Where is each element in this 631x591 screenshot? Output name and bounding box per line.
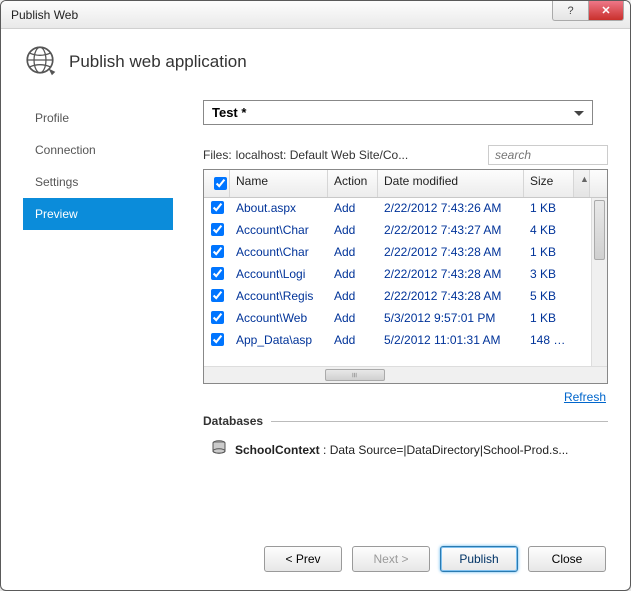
table-row[interactable]: Account\WebAdd5/3/2012 9:57:01 PM1 KB — [204, 308, 607, 330]
sidebar-item-label: Profile — [35, 111, 69, 125]
cell-name: About.aspx — [230, 198, 328, 220]
cell-name: Account\Regis — [230, 286, 328, 308]
sidebar-item-preview[interactable]: Preview — [23, 198, 173, 230]
publish-web-dialog: Publish Web ? ✕ Publish web application … — [0, 0, 631, 591]
sidebar-item-label: Settings — [35, 175, 78, 189]
sidebar-item-settings[interactable]: Settings — [23, 166, 173, 198]
table-row[interactable]: Account\CharAdd2/22/2012 7:43:27 AM4 KB — [204, 220, 607, 242]
table-row[interactable]: App_Data\aspAdd5/2/2012 11:01:31 AM148 K… — [204, 330, 607, 352]
cell-date: 5/2/2012 11:01:31 AM — [378, 330, 524, 352]
scroll-up-icon[interactable]: ▲ — [574, 170, 590, 197]
titlebar: Publish Web ? ✕ — [1, 1, 630, 29]
help-button[interactable]: ? — [552, 1, 588, 21]
row-checkbox[interactable] — [204, 242, 230, 264]
sidebar-item-label: Preview — [35, 207, 78, 221]
database-item: SchoolContext : Data Source=|DataDirecto… — [203, 440, 608, 459]
divider — [271, 421, 608, 422]
cell-name: Account\Char — [230, 220, 328, 242]
database-icon — [211, 440, 227, 459]
cell-date: 2/22/2012 7:43:26 AM — [378, 198, 524, 220]
page-title: Publish web application — [69, 52, 247, 72]
dialog-buttons: < Prev Next > Publish Close — [264, 546, 606, 572]
files-path: localhost: Default Web Site/Co... — [236, 148, 484, 162]
files-label: Files: — [203, 148, 232, 162]
cell-date: 2/22/2012 7:43:28 AM — [378, 264, 524, 286]
column-header-size[interactable]: Size — [524, 170, 574, 197]
database-text: SchoolContext : Data Source=|DataDirecto… — [235, 443, 568, 457]
cell-action: Add — [328, 242, 378, 264]
profile-selected-value: Test * — [212, 105, 246, 120]
refresh-link[interactable]: Refresh — [564, 390, 606, 404]
table-row[interactable]: Account\LogiAdd2/22/2012 7:43:28 AM3 KB — [204, 264, 607, 286]
row-checkbox[interactable] — [204, 264, 230, 286]
search-input[interactable] — [488, 145, 608, 165]
table-row[interactable]: Account\CharAdd2/22/2012 7:43:28 AM1 KB — [204, 242, 607, 264]
vertical-scrollbar[interactable] — [591, 198, 607, 366]
cell-action: Add — [328, 330, 378, 352]
table-row[interactable]: About.aspxAdd2/22/2012 7:43:26 AM1 KB — [204, 198, 607, 220]
row-checkbox[interactable] — [204, 198, 230, 220]
sidebar-item-connection[interactable]: Connection — [23, 134, 173, 166]
cell-name: App_Data\asp — [230, 330, 328, 352]
cell-size: 1 KB — [524, 242, 574, 264]
cell-size: 5 KB — [524, 286, 574, 308]
row-checkbox[interactable] — [204, 308, 230, 330]
files-grid: Name Action Date modified Size ▲ About.a… — [203, 169, 608, 384]
horizontal-scrollbar[interactable] — [204, 366, 607, 383]
header-check-all[interactable] — [204, 170, 230, 197]
column-header-action[interactable]: Action — [328, 170, 378, 197]
cell-name: Account\Web — [230, 308, 328, 330]
close-window-button[interactable]: ✕ — [588, 1, 624, 21]
row-checkbox[interactable] — [204, 220, 230, 242]
grid-header: Name Action Date modified Size ▲ — [204, 170, 607, 198]
cell-name: Account\Char — [230, 242, 328, 264]
cell-size: 1 KB — [524, 198, 574, 220]
cell-action: Add — [328, 198, 378, 220]
window-title: Publish Web — [11, 8, 78, 22]
close-button[interactable]: Close — [528, 546, 606, 572]
column-header-name[interactable]: Name — [230, 170, 328, 197]
cell-size: 4 KB — [524, 220, 574, 242]
sidebar-item-label: Connection — [35, 143, 96, 157]
cell-size: 3 KB — [524, 264, 574, 286]
row-checkbox[interactable] — [204, 330, 230, 352]
globe-icon — [23, 43, 57, 80]
cell-name: Account\Logi — [230, 264, 328, 286]
next-button: Next > — [352, 546, 430, 572]
cell-date: 2/22/2012 7:43:28 AM — [378, 286, 524, 308]
cell-action: Add — [328, 264, 378, 286]
cell-date: 5/3/2012 9:57:01 PM — [378, 308, 524, 330]
cell-size: 1 KB — [524, 308, 574, 330]
cell-date: 2/22/2012 7:43:28 AM — [378, 242, 524, 264]
cell-action: Add — [328, 286, 378, 308]
publish-button[interactable]: Publish — [440, 546, 518, 572]
prev-button[interactable]: < Prev — [264, 546, 342, 572]
cell-action: Add — [328, 308, 378, 330]
row-checkbox[interactable] — [204, 286, 230, 308]
table-row[interactable]: Account\RegisAdd2/22/2012 7:43:28 AM5 KB — [204, 286, 607, 308]
databases-heading: Databases — [203, 414, 263, 428]
wizard-sidebar: Profile Connection Settings Preview — [23, 100, 173, 459]
sidebar-item-profile[interactable]: Profile — [23, 102, 173, 134]
cell-size: 148 KB — [524, 330, 574, 352]
column-header-date[interactable]: Date modified — [378, 170, 524, 197]
profile-dropdown[interactable]: Test * — [203, 100, 593, 125]
cell-action: Add — [328, 220, 378, 242]
cell-date: 2/22/2012 7:43:27 AM — [378, 220, 524, 242]
